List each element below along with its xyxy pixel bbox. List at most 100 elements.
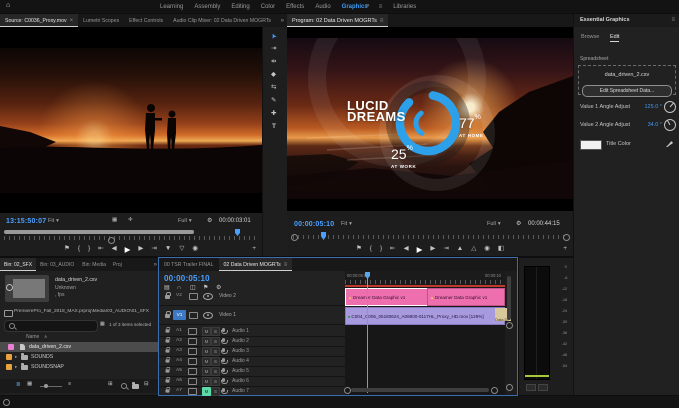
- track-lock-icon[interactable]: [166, 339, 170, 342]
- track-lock-icon[interactable]: [166, 359, 170, 362]
- home-icon[interactable]: ⌂: [6, 2, 10, 9]
- mute-button-active[interactable]: M: [202, 387, 211, 396]
- solo-button[interactable]: S: [211, 337, 220, 346]
- slip-tool-icon[interactable]: ⇆: [271, 85, 276, 92]
- close-icon[interactable]: ×: [70, 18, 74, 24]
- add-marker-button[interactable]: ⚑: [64, 246, 70, 253]
- pen-tool-icon[interactable]: ✎: [271, 98, 276, 105]
- scrub-zoom-handle-left[interactable]: [291, 234, 298, 241]
- tab-sequence-inactive[interactable]: 00 TSR Trailer FINAL: [159, 258, 219, 271]
- eyedropper-icon[interactable]: [665, 139, 674, 148]
- mute-button[interactable]: M: [202, 337, 211, 346]
- automate-to-sequence-icon[interactable]: ⊞: [108, 382, 113, 388]
- workspace-tab-learning[interactable]: Learning: [160, 4, 183, 10]
- bin-row[interactable]: ▸ SOUNDSNAP: [0, 362, 159, 372]
- track-select-tool-icon[interactable]: ⇥: [271, 46, 276, 53]
- mark-out-button[interactable]: }: [88, 246, 90, 253]
- expand-arrow-icon[interactable]: ▸: [15, 364, 17, 370]
- icon-view-icon[interactable]: ▦: [27, 382, 32, 388]
- go-to-in-button[interactable]: ⇤: [98, 246, 103, 253]
- settings-grid-icon[interactable]: ▦: [112, 218, 117, 224]
- program-timecode[interactable]: 00:00:05:10: [294, 221, 334, 228]
- timeline-playhead-line[interactable]: [367, 272, 368, 393]
- tab-project[interactable]: Proj: [110, 258, 125, 271]
- workspace-tab-effects[interactable]: Effects: [286, 4, 304, 10]
- button-editor-plus[interactable]: +: [252, 246, 256, 253]
- panel-menu-icon[interactable]: ≡: [671, 17, 675, 23]
- tab-bin-audio[interactable]: Bin: 03_AUDIO: [36, 258, 78, 271]
- clip-video[interactable]: ■ C004_C005_05180624_A08900-0117HL_Proxy…: [345, 307, 505, 325]
- type-tool-icon[interactable]: T: [272, 124, 276, 131]
- workspace-tab-graphics-active[interactable]: Graphics: [342, 4, 368, 10]
- step-forward-button[interactable]: ▶: [430, 246, 435, 253]
- source-patch-icon[interactable]: [188, 328, 197, 335]
- mark-in-button[interactable]: {: [78, 246, 80, 253]
- source-settings-wrench-icon[interactable]: ⚙: [207, 218, 212, 224]
- hscroll-zoom-handle[interactable]: [491, 387, 498, 394]
- bin-row[interactable]: ▸ SOUNDS: [0, 352, 159, 362]
- track-lock-icon[interactable]: [165, 295, 170, 299]
- track-lock-icon[interactable]: [166, 329, 170, 332]
- preview-thumbnail[interactable]: [5, 275, 49, 302]
- solo-button[interactable]: S: [211, 387, 220, 396]
- track-output-eye-icon[interactable]: [203, 293, 213, 300]
- track-target-badge-active[interactable]: V1: [173, 310, 186, 320]
- solo-button[interactable]: S: [211, 327, 220, 336]
- label-color-chip-orange[interactable]: [6, 354, 12, 360]
- label-color-chip-orange[interactable]: [6, 364, 12, 370]
- solo-button[interactable]: S: [211, 367, 220, 376]
- tab-edit[interactable]: Edit: [610, 34, 619, 42]
- panel-overflow-icon[interactable]: »: [281, 18, 284, 24]
- step-forward-button[interactable]: ▶: [138, 246, 143, 253]
- hscroll-zoom-handle[interactable]: [344, 387, 351, 394]
- workspace-tab-editing[interactable]: Editing: [231, 4, 249, 10]
- label-color-chip-pink[interactable]: [8, 344, 14, 350]
- source-zoom-bar[interactable]: [4, 230, 194, 234]
- track-target-badge[interactable]: A2: [176, 338, 182, 343]
- source-patch-icon[interactable]: [188, 348, 197, 355]
- solo-button[interactable]: S: [211, 347, 220, 356]
- track-target-badge[interactable]: A5: [176, 368, 182, 373]
- go-to-in-button[interactable]: ⇤: [390, 246, 395, 253]
- track-lock-icon[interactable]: [166, 379, 170, 382]
- tab-bin-media[interactable]: Bin: Media: [78, 258, 110, 271]
- timeline-timecode[interactable]: 00:00:05:10: [164, 274, 210, 283]
- export-frame-button[interactable]: ◉: [192, 246, 198, 253]
- tab-program-monitor[interactable]: Program: 02 Data Driven MOGRTs ≡: [287, 14, 388, 27]
- program-settings-wrench-icon[interactable]: ⚙: [516, 221, 521, 227]
- insert-button[interactable]: ▼: [165, 246, 171, 253]
- source-resolution-select[interactable]: Full▾: [178, 218, 192, 224]
- program-resolution-select[interactable]: Full▾: [487, 221, 501, 227]
- new-bin-icon[interactable]: [132, 384, 139, 389]
- param2-value[interactable]: 34.0 °: [640, 122, 662, 128]
- panel-menu-icon[interactable]: ≡: [380, 18, 384, 24]
- edit-spreadsheet-button[interactable]: Edit Spreadsheet Data...: [582, 85, 672, 97]
- mark-in-button[interactable]: {: [370, 246, 372, 253]
- play-button[interactable]: ▶: [125, 246, 131, 254]
- timeline-hscrollbar[interactable]: [351, 388, 489, 392]
- solo-button[interactable]: S: [211, 377, 220, 386]
- column-header-name[interactable]: Name: [26, 334, 39, 340]
- source-patch-icon[interactable]: [188, 338, 197, 345]
- param1-dial-icon[interactable]: [663, 100, 677, 114]
- solo-button[interactable]: S: [211, 357, 220, 366]
- meter-solo-button[interactable]: [526, 384, 536, 391]
- track-output-eye-icon[interactable]: [203, 312, 213, 319]
- mute-button[interactable]: M: [202, 327, 211, 336]
- bin-row-selected[interactable]: data_driven_2.csv: [0, 342, 159, 352]
- track-height-handle-icon[interactable]: [506, 322, 513, 329]
- track-target-badge[interactable]: A6: [176, 378, 182, 383]
- razor-tool-icon[interactable]: ◆: [271, 72, 276, 79]
- source-patch-icon[interactable]: [188, 388, 197, 395]
- ripple-edit-tool-icon[interactable]: ⇹: [271, 59, 276, 66]
- program-scrubber[interactable]: [287, 232, 573, 242]
- go-to-out-button[interactable]: ⇥: [443, 246, 448, 253]
- workspace-tab-assembly[interactable]: Assembly: [194, 4, 220, 10]
- mute-button[interactable]: M: [202, 367, 211, 376]
- export-frame-button[interactable]: ◉: [484, 246, 490, 253]
- tab-effect-controls[interactable]: Effect Controls: [124, 14, 168, 27]
- search-input[interactable]: [4, 320, 98, 332]
- mute-button[interactable]: M: [202, 347, 211, 356]
- track-target-badge[interactable]: A4: [176, 358, 182, 363]
- button-editor-plus[interactable]: +: [563, 246, 567, 253]
